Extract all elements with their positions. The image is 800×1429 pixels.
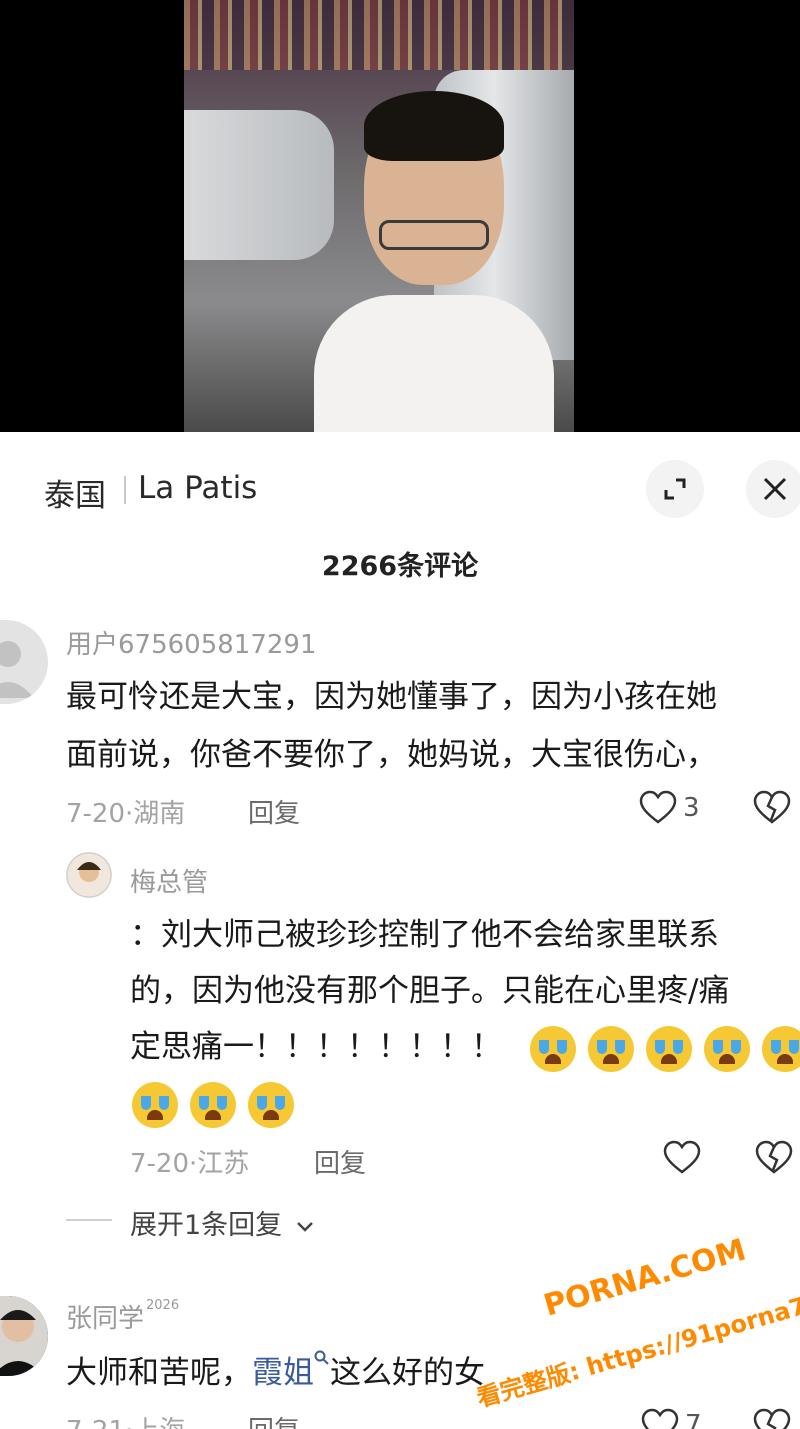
heart-icon[interactable] bbox=[638, 788, 678, 828]
user-badge: 2026 bbox=[146, 1298, 180, 1313]
reply-text-line: ：刘大师己被珍珍控制了他不会给家里联系 bbox=[130, 917, 719, 953]
crying-emoji-icon bbox=[587, 1025, 634, 1072]
reply-meta: 7-20·江苏 bbox=[130, 1149, 250, 1179]
location-label[interactable]: 泰国 bbox=[44, 470, 106, 515]
crying-emoji-icon bbox=[761, 1025, 800, 1072]
comment-meta: 7-21·上海 bbox=[66, 1410, 185, 1429]
expand-replies-button[interactable]: 展开1条回复 bbox=[130, 1203, 315, 1242]
street-lights bbox=[184, 0, 574, 70]
like-count: 3 bbox=[683, 793, 700, 823]
crying-emoji-icon bbox=[190, 1081, 236, 1128]
comment-username[interactable]: 用户675605817291 bbox=[66, 624, 317, 661]
reply-emoji-line bbox=[132, 1074, 306, 1132]
broken-heart-icon[interactable] bbox=[752, 788, 792, 828]
reply-button[interactable]: 回复 bbox=[314, 1143, 366, 1180]
reply-button[interactable]: 回复 bbox=[248, 1410, 300, 1429]
broken-heart-icon[interactable] bbox=[754, 1138, 794, 1178]
expand-icon bbox=[664, 478, 686, 500]
car-left bbox=[184, 110, 334, 260]
crying-emoji-icon bbox=[248, 1081, 294, 1128]
comment-username[interactable]: 张同学 2026 bbox=[66, 1298, 179, 1335]
close-icon bbox=[763, 477, 787, 501]
comment-text-line: 大师和苦呢，霞姐 这么好的女 bbox=[66, 1344, 485, 1402]
crying-emoji-icon bbox=[529, 1025, 576, 1072]
user-avatar-icon bbox=[66, 852, 112, 898]
search-icon bbox=[314, 1350, 329, 1365]
divider bbox=[66, 1219, 112, 1221]
heart-icon[interactable] bbox=[662, 1138, 702, 1178]
comment-meta: 7-20·湖南 bbox=[66, 799, 186, 829]
crying-emoji-icon bbox=[132, 1081, 178, 1128]
avatar[interactable] bbox=[0, 620, 48, 704]
comment-count: 2266条评论 bbox=[321, 551, 479, 582]
user-avatar-icon bbox=[0, 1296, 48, 1376]
place-name[interactable]: La Patis bbox=[138, 470, 257, 506]
chevron-down-icon bbox=[296, 1222, 313, 1232]
video-frame[interactable] bbox=[184, 0, 574, 432]
comment-text-line: 面前说，你爸不要你了，她妈说，大宝很伤心， bbox=[66, 737, 717, 773]
like-count: 7 bbox=[685, 1410, 702, 1429]
heart-icon[interactable] bbox=[640, 1406, 680, 1429]
mention-link[interactable]: 霞姐 bbox=[252, 1355, 314, 1391]
reply-button[interactable]: 回复 bbox=[248, 793, 300, 830]
video-player[interactable] bbox=[0, 0, 800, 432]
avatar[interactable] bbox=[0, 1296, 48, 1376]
default-avatar-icon bbox=[0, 641, 34, 698]
broken-heart-icon[interactable] bbox=[752, 1406, 792, 1429]
reply-text-line: 的，因为他没有那个胆子。只能在心里疼/痛 bbox=[130, 973, 730, 1009]
comment-text-line: 最可怜还是大宝，因为她懂事了，因为小孩在她 bbox=[66, 679, 717, 715]
man-in-video bbox=[314, 91, 554, 432]
reply-text-line-emoji: 定思痛一！！！！！！！！ bbox=[130, 1018, 800, 1076]
reply-username[interactable]: 梅总管 bbox=[130, 862, 208, 899]
expand-button[interactable] bbox=[646, 460, 704, 518]
close-button[interactable] bbox=[746, 460, 800, 518]
reply-text-line: 定思痛一！！！！！！！！ bbox=[130, 1029, 502, 1065]
divider bbox=[124, 476, 126, 504]
crying-emoji-icon bbox=[703, 1025, 750, 1072]
avatar[interactable] bbox=[66, 852, 112, 898]
crying-emoji-icon bbox=[645, 1025, 692, 1072]
expand-replies-label: 展开1条回复 bbox=[130, 1210, 283, 1241]
